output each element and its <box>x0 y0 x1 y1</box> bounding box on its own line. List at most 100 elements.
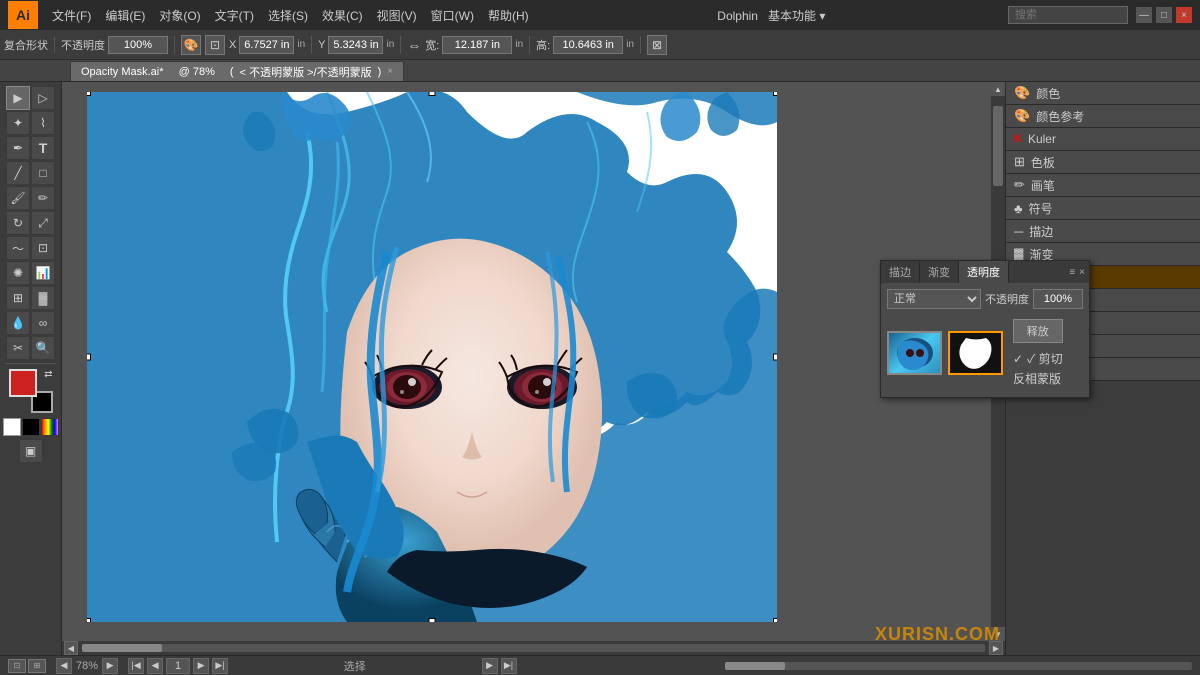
close-button[interactable]: × <box>1176 7 1192 23</box>
w-input[interactable] <box>442 36 512 54</box>
scroll-up-arrow[interactable]: ▲ <box>991 82 1005 96</box>
brush-tool[interactable]: 🖌 <box>6 186 30 210</box>
free-transform-tool[interactable]: ⊡ <box>31 236 55 260</box>
last-page-btn[interactable]: ▶| <box>212 658 228 674</box>
release-button[interactable]: 释放 <box>1013 319 1063 343</box>
column-graph-tool[interactable]: 📊 <box>31 261 55 285</box>
zoom-up-btn[interactable]: ▶ <box>102 658 118 674</box>
h-input[interactable] <box>553 36 623 54</box>
page-input[interactable] <box>166 658 190 674</box>
prev-page-btn[interactable]: ◀ <box>147 658 163 674</box>
blend-tool[interactable]: ∞ <box>31 311 55 335</box>
lasso-tool[interactable]: ⌇ <box>31 111 55 135</box>
h-scroll-left[interactable]: ◀ <box>64 641 78 655</box>
artwork-thumbnail[interactable] <box>887 331 942 375</box>
transform-button[interactable]: ⊡ <box>205 35 225 55</box>
mesh-tool[interactable]: ⊞ <box>6 286 30 310</box>
menu-edit[interactable]: 编辑(E) <box>99 5 151 26</box>
direct-select-tool[interactable]: ▷ <box>31 86 55 110</box>
clip-option[interactable]: ✓ ✓ 剪切 <box>1013 350 1063 367</box>
mask-thumbnail[interactable] <box>948 331 1003 375</box>
white-swatch[interactable] <box>3 418 21 436</box>
pen-tool[interactable]: ✒ <box>6 136 30 160</box>
scale-tool[interactable]: ⤢ <box>31 211 55 235</box>
handle-bc[interactable] <box>429 618 436 622</box>
tab-path-text: < 不透明蒙版 >/不透明蒙版 <box>240 64 372 80</box>
zoom-tool[interactable]: 🔍 <box>31 336 55 360</box>
menu-file[interactable]: 文件(F) <box>46 5 97 26</box>
bottom-scrollbar[interactable]: ◀ ▶ <box>62 641 1005 655</box>
tab-close-icon[interactable]: × <box>387 66 393 77</box>
menu-select[interactable]: 选择(S) <box>262 5 314 26</box>
gradient-tab[interactable]: 渐变 <box>920 261 959 283</box>
panel-stroke-header[interactable]: ─ 描边 <box>1006 220 1200 242</box>
opacity-input[interactable] <box>108 36 168 54</box>
rotate-tool[interactable]: ↻ <box>6 211 30 235</box>
pencil-tool[interactable]: ✏ <box>31 186 55 210</box>
gradient-tool[interactable]: ▓ <box>31 286 55 310</box>
link-icon[interactable]: ⇔ <box>407 37 421 53</box>
black-swatch[interactable] <box>22 418 40 436</box>
handle-mr[interactable] <box>773 354 777 361</box>
symbol-tool[interactable]: ✺ <box>6 261 30 285</box>
panel-close-icon[interactable]: × <box>1079 267 1085 278</box>
h-scroll-knob[interactable] <box>82 644 162 652</box>
handle-tc[interactable] <box>429 92 436 96</box>
swap-colors-icon[interactable]: ⇄ <box>44 369 52 380</box>
scroll-knob[interactable] <box>993 106 1003 186</box>
select-tool[interactable]: ▶ <box>6 86 30 110</box>
maximize-button[interactable]: □ <box>1156 7 1172 23</box>
panel-brush-header[interactable]: ✏ 画笔 <box>1006 174 1200 196</box>
panel-symbols-header[interactable]: ♣ 符号 <box>1006 197 1200 219</box>
first-page-btn[interactable]: |◀ <box>128 658 144 674</box>
none-swatch[interactable] <box>41 418 59 436</box>
status-play-btn[interactable]: ▶ <box>482 658 498 674</box>
transparency-tab[interactable]: 透明度 <box>959 261 1009 283</box>
zoom-down-btn[interactable]: ◀ <box>56 658 72 674</box>
panel-color-header[interactable]: 🎨 颜色 <box>1006 82 1200 104</box>
minimize-button[interactable]: — <box>1136 7 1152 23</box>
panel-kuler-header[interactable]: K Kuler <box>1006 128 1200 150</box>
view-icon-1[interactable]: ⊡ <box>8 659 26 673</box>
icon-button[interactable]: 🎨 <box>181 35 201 55</box>
handle-br[interactable] <box>773 618 777 622</box>
handle-tr[interactable] <box>773 92 777 96</box>
view-icon-2[interactable]: ⊞ <box>28 659 46 673</box>
panel-color-guide-header[interactable]: 🎨 颜色参考 <box>1006 105 1200 127</box>
x-input[interactable] <box>239 36 294 54</box>
shape-tool[interactable]: □ <box>31 161 55 185</box>
warp-tool[interactable]: 〜 <box>6 236 30 260</box>
search-input[interactable] <box>1008 6 1128 24</box>
menu-text[interactable]: 文字(T) <box>209 5 260 26</box>
canvas-scroll[interactable] <box>62 82 991 641</box>
y-input[interactable] <box>328 36 383 54</box>
handle-ml[interactable] <box>87 354 91 361</box>
handle-tl[interactable] <box>87 92 91 96</box>
panel-swatches-header[interactable]: ⊞ 色板 <box>1006 151 1200 173</box>
blend-mode-select[interactable]: 正常 <box>887 289 981 309</box>
status-scrollbar[interactable] <box>725 662 1192 670</box>
fg-color-swatch[interactable] <box>9 369 37 397</box>
eyedropper-tool[interactable]: 💧 <box>6 311 30 335</box>
stroke-tab[interactable]: 描边 <box>881 261 920 283</box>
menu-help[interactable]: 帮助(H) <box>482 5 535 26</box>
status-end-btn[interactable]: ▶| <box>501 658 517 674</box>
line-tool[interactable]: ╱ <box>6 161 30 185</box>
menu-object[interactable]: 对象(O) <box>153 5 206 26</box>
h-scroll-track[interactable] <box>82 644 985 652</box>
magic-wand-tool[interactable]: ✦ <box>6 111 30 135</box>
main-tab[interactable]: Opacity Mask.ai* @ 78% ( < 不透明蒙版 >/不透明蒙版… <box>70 61 404 81</box>
menu-view[interactable]: 视图(V) <box>371 5 423 26</box>
handle-bl[interactable] <box>87 618 91 622</box>
panel-menu-icon[interactable]: ≡ <box>1069 267 1075 278</box>
status-scrollbar-thumb[interactable] <box>725 662 785 670</box>
menu-effect[interactable]: 效果(C) <box>316 5 369 26</box>
more-button[interactable]: ⊠ <box>647 35 667 55</box>
invert-option[interactable]: 反相蒙版 <box>1013 370 1063 387</box>
screen-mode-tool[interactable]: ▣ <box>19 439 43 463</box>
menu-window[interactable]: 窗口(W) <box>425 5 480 26</box>
type-tool[interactable]: T <box>31 136 55 160</box>
next-page-btn[interactable]: ▶ <box>193 658 209 674</box>
opacity-value-input[interactable] <box>1033 289 1083 309</box>
scissors-tool[interactable]: ✂ <box>6 336 30 360</box>
